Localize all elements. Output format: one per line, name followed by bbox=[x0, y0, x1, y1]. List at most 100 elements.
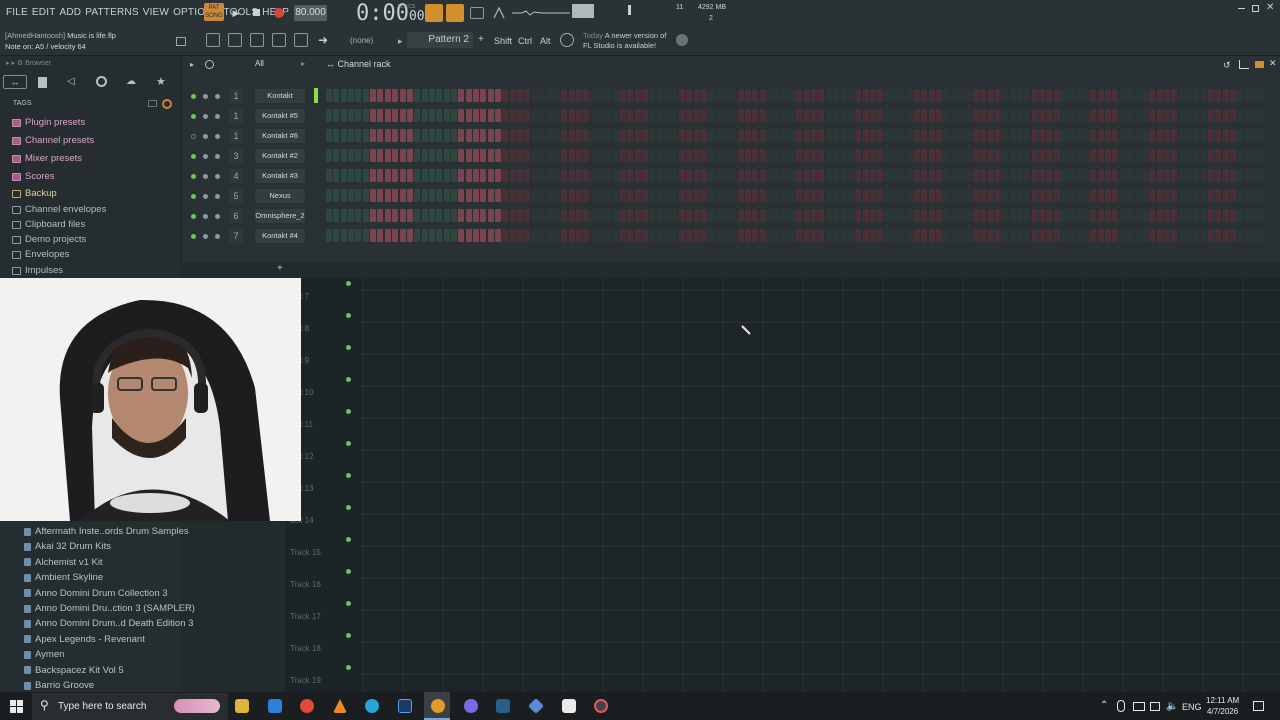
step-button[interactable] bbox=[1075, 209, 1082, 222]
step-button[interactable] bbox=[340, 229, 347, 242]
step-button[interactable] bbox=[642, 109, 649, 122]
step-button[interactable] bbox=[473, 229, 479, 242]
pat-song-toggle[interactable]: PAT SONG bbox=[204, 3, 224, 21]
step-button[interactable] bbox=[333, 129, 340, 142]
step-button[interactable] bbox=[921, 229, 928, 242]
step-button[interactable] bbox=[480, 149, 487, 162]
step-button[interactable] bbox=[575, 209, 582, 222]
step-button[interactable] bbox=[1252, 129, 1259, 142]
step-button[interactable] bbox=[487, 89, 494, 102]
step-button[interactable] bbox=[1193, 169, 1200, 182]
step-button[interactable] bbox=[649, 169, 656, 182]
step-button[interactable] bbox=[605, 169, 612, 182]
step-button[interactable] bbox=[855, 89, 862, 102]
browser-item-clipboard-files[interactable]: Clipboard files bbox=[12, 219, 85, 230]
step-button[interactable] bbox=[333, 189, 340, 202]
channel-volume-knob-icon[interactable] bbox=[215, 94, 220, 99]
step-button[interactable] bbox=[730, 109, 737, 122]
step-button[interactable] bbox=[855, 169, 862, 182]
step-button[interactable] bbox=[708, 209, 715, 222]
step-button[interactable] bbox=[664, 189, 671, 202]
step-button[interactable] bbox=[568, 129, 575, 142]
step-button[interactable] bbox=[722, 109, 729, 122]
step-button[interactable] bbox=[517, 89, 524, 102]
step-button[interactable] bbox=[487, 189, 494, 202]
step-button[interactable] bbox=[443, 109, 450, 122]
step-button[interactable] bbox=[693, 149, 700, 162]
track-mute-led[interactable] bbox=[346, 569, 351, 574]
step-button[interactable] bbox=[1185, 229, 1192, 242]
step-button[interactable] bbox=[1068, 169, 1075, 182]
step-button[interactable] bbox=[1230, 189, 1237, 202]
step-button[interactable] bbox=[642, 89, 649, 102]
step-button[interactable] bbox=[634, 189, 641, 202]
step-button[interactable] bbox=[1185, 129, 1192, 142]
step-button[interactable] bbox=[524, 129, 531, 142]
step-button[interactable] bbox=[928, 149, 935, 162]
step-button[interactable] bbox=[399, 189, 406, 202]
step-button[interactable] bbox=[936, 229, 943, 242]
step-button[interactable] bbox=[355, 149, 362, 162]
step-button[interactable] bbox=[803, 169, 810, 182]
step-button[interactable] bbox=[891, 209, 898, 222]
step-button[interactable] bbox=[583, 129, 590, 142]
step-button[interactable] bbox=[825, 89, 832, 102]
step-button[interactable] bbox=[1127, 169, 1134, 182]
step-button[interactable] bbox=[634, 89, 641, 102]
channel-filter[interactable]: All ▸ bbox=[243, 58, 307, 71]
step-button[interactable] bbox=[965, 149, 972, 162]
step-button[interactable] bbox=[737, 149, 744, 162]
step-button[interactable] bbox=[458, 129, 465, 142]
step-button[interactable] bbox=[384, 229, 391, 242]
step-button[interactable] bbox=[649, 209, 656, 222]
step-button[interactable] bbox=[708, 189, 715, 202]
step-button[interactable] bbox=[443, 169, 450, 182]
step-button[interactable] bbox=[370, 209, 377, 222]
step-button[interactable] bbox=[1127, 189, 1134, 202]
graph-editor-icon[interactable] bbox=[1239, 60, 1249, 69]
step-button[interactable] bbox=[1141, 189, 1148, 202]
sample-folder-item[interactable]: Akai 32 Drum Kits bbox=[24, 541, 111, 552]
step-button[interactable] bbox=[649, 109, 656, 122]
step-button[interactable] bbox=[583, 149, 590, 162]
step-button[interactable] bbox=[1031, 229, 1038, 242]
step-button[interactable] bbox=[1171, 169, 1178, 182]
step-button[interactable] bbox=[914, 209, 920, 222]
step-button[interactable] bbox=[950, 149, 957, 162]
step-button[interactable] bbox=[348, 209, 355, 222]
step-button[interactable] bbox=[517, 209, 524, 222]
step-button[interactable] bbox=[994, 189, 1001, 202]
step-button[interactable] bbox=[362, 189, 369, 202]
step-button[interactable] bbox=[473, 129, 479, 142]
step-button[interactable] bbox=[590, 129, 597, 142]
step-button[interactable] bbox=[950, 209, 957, 222]
step-button[interactable] bbox=[994, 169, 1001, 182]
step-button[interactable] bbox=[686, 169, 693, 182]
step-button[interactable] bbox=[759, 229, 766, 242]
record-icon[interactable] bbox=[274, 8, 284, 18]
shift-button[interactable]: Shift bbox=[494, 36, 512, 46]
step-button[interactable] bbox=[715, 169, 722, 182]
channel-name-button[interactable]: Kontakt #2 bbox=[255, 149, 305, 163]
step-button[interactable] bbox=[1112, 89, 1119, 102]
step-button[interactable] bbox=[568, 169, 575, 182]
step-button[interactable] bbox=[737, 189, 744, 202]
step-button[interactable] bbox=[1068, 89, 1075, 102]
step-button[interactable] bbox=[708, 169, 715, 182]
step-button[interactable] bbox=[818, 169, 825, 182]
step-button[interactable] bbox=[1185, 149, 1192, 162]
step-button[interactable] bbox=[340, 89, 347, 102]
step-button[interactable] bbox=[421, 149, 428, 162]
step-button[interactable] bbox=[1105, 89, 1112, 102]
step-button[interactable] bbox=[656, 189, 663, 202]
step-button[interactable] bbox=[620, 109, 626, 122]
step-button[interactable] bbox=[531, 109, 538, 122]
step-button[interactable] bbox=[730, 169, 737, 182]
step-button[interactable] bbox=[972, 89, 979, 102]
step-button[interactable] bbox=[612, 229, 619, 242]
step-button[interactable] bbox=[1009, 89, 1016, 102]
step-button[interactable] bbox=[1061, 169, 1067, 182]
step-button[interactable] bbox=[575, 149, 582, 162]
step-button[interactable] bbox=[524, 229, 531, 242]
step-button[interactable] bbox=[634, 209, 641, 222]
